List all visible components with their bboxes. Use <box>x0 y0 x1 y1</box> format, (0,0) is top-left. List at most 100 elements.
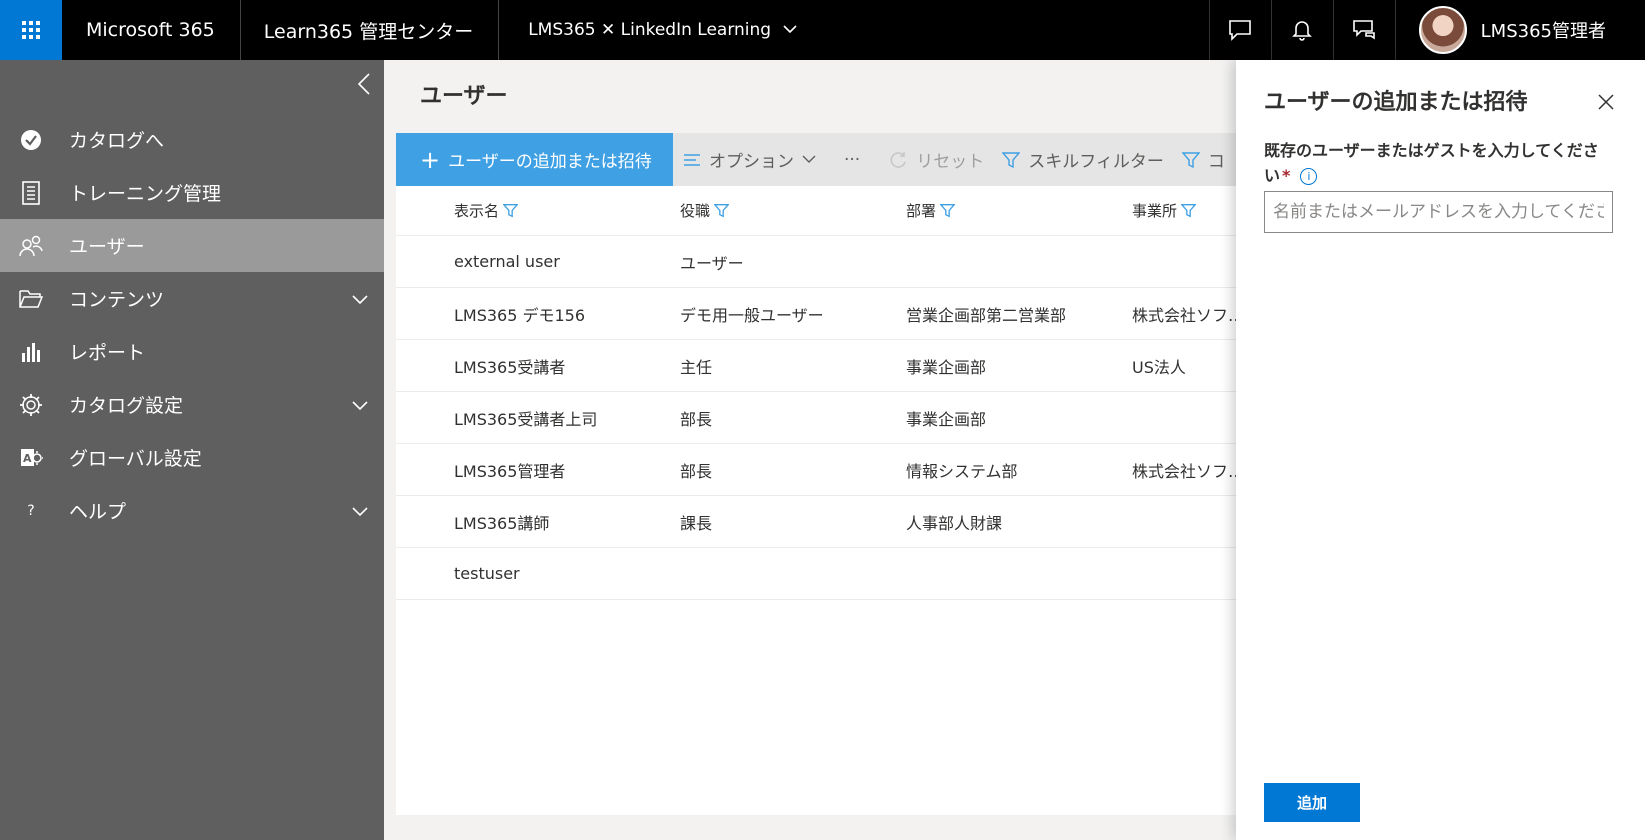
sidebar-item-label: グローバル設定 <box>69 448 202 470</box>
cell-job-title: ユーザー <box>680 253 744 273</box>
training-icon <box>18 180 44 206</box>
feedback-icon[interactable] <box>1332 0 1395 60</box>
filter-icon <box>940 204 956 218</box>
sidebar-item-training[interactable]: トレーニング管理 <box>0 166 384 219</box>
table-row[interactable]: LMS365受講者 主任 事業企画部 US法人 <box>396 340 1236 392</box>
cell-job-title: 部長 <box>680 409 713 429</box>
sidebar-item-global-settings[interactable]: A グローバル設定 <box>0 431 384 484</box>
add-user-panel: ユーザーの追加または招待 既存のユーザーまたはゲストを入力してください*i 追加 <box>1236 60 1645 840</box>
tenant-selector[interactable]: LMS365 ✕ LinkedIn Learning <box>499 0 797 60</box>
table-row[interactable]: testuser <box>396 548 1236 600</box>
chevron-down-icon <box>352 500 368 522</box>
cell-display-name: LMS365受講者 <box>454 357 566 377</box>
filter-icon <box>1181 204 1197 218</box>
close-button[interactable] <box>1594 90 1618 114</box>
app-title[interactable]: Learn365 管理センター <box>241 0 500 60</box>
table-header: 表示名 役職 部署 事業所 <box>396 186 1236 236</box>
cell-department: 事業企画部 <box>906 409 987 429</box>
refresh-icon <box>890 151 906 168</box>
cell-office: 株式会社ソフ… <box>1132 305 1236 325</box>
cell-job-title: 部長 <box>680 461 713 481</box>
top-bar: Microsoft 365 Learn365 管理センター LMS365 ✕ L… <box>0 0 1645 60</box>
users-table: 表示名 役職 部署 事業所 external user ユーザー LMS365 <box>396 186 1236 600</box>
table-row[interactable]: LMS365受講者上司 部長 事業企画部 <box>396 392 1236 444</box>
sidebar-item-label: レポート <box>69 342 146 364</box>
add-button[interactable]: 追加 <box>1264 783 1360 822</box>
chevron-down-icon <box>783 22 797 38</box>
reset-button[interactable]: リセット <box>888 133 984 186</box>
chevron-down-icon <box>352 394 368 416</box>
cell-job-title: デモ用一般ユーザー <box>680 305 824 325</box>
more-button[interactable]: ··· <box>844 133 860 186</box>
user-search-input[interactable] <box>1264 191 1613 233</box>
chevron-down-icon <box>802 155 816 163</box>
filter-icon <box>1181 151 1200 168</box>
gear-icon <box>18 392 44 418</box>
sidebar-item-catalog[interactable]: カタログへ <box>0 113 384 166</box>
chat-icon[interactable] <box>1208 0 1271 60</box>
cell-department: 事業企画部 <box>906 357 987 377</box>
waffle-icon <box>22 21 40 39</box>
users-icon <box>18 233 44 259</box>
next-filter-label: コ <box>1207 152 1225 172</box>
cell-display-name: LMS365管理者 <box>454 461 566 481</box>
column-header-display-name[interactable]: 表示名 <box>396 200 680 221</box>
next-filter-button[interactable]: コ <box>1181 133 1225 186</box>
cell-display-name: LMS365受講者上司 <box>454 409 598 429</box>
collapse-sidebar-button[interactable] <box>352 72 376 96</box>
sidebar-item-label: カタログへ <box>69 130 165 152</box>
sidebar-nav: カタログへ トレーニング管理 ユーザー コンテンツ レポート カタログ設定 A … <box>0 113 384 537</box>
add-user-button[interactable]: + ユーザーの追加または招待 <box>396 133 673 186</box>
brand-name[interactable]: Microsoft 365 <box>62 0 241 60</box>
cell-display-name: testuser <box>454 564 520 583</box>
cell-office: 株式会社ソフ… <box>1132 461 1236 481</box>
sidebar-item-report[interactable]: レポート <box>0 325 384 378</box>
cell-department: 人事部人財課 <box>906 513 1003 533</box>
cell-display-name: LMS365講師 <box>454 513 550 533</box>
skill-filter-button[interactable]: スキルフィルター <box>1002 133 1164 186</box>
filter-icon <box>1002 151 1021 168</box>
skill-filter-label: スキルフィルター <box>1028 152 1164 172</box>
sidebar-item-label: ヘルプ <box>69 501 127 523</box>
plus-icon: + <box>420 145 441 174</box>
table-row[interactable]: external user ユーザー <box>396 236 1236 288</box>
top-icons: LMS365管理者 <box>1208 0 1645 60</box>
cell-display-name: external user <box>454 252 560 271</box>
close-icon <box>1598 94 1614 110</box>
cell-display-name: LMS365 デモ156 <box>454 305 586 325</box>
filter-icon <box>503 204 519 218</box>
cell-department: 営業企画部第二営業部 <box>906 305 1067 325</box>
sidebar-item-label: カタログ設定 <box>69 395 184 417</box>
column-header-department[interactable]: 部署 <box>906 200 1132 221</box>
table-row[interactable]: LMS365講師 課長 人事部人財課 <box>396 496 1236 548</box>
catalog-check-icon <box>18 127 44 153</box>
sidebar-item-catalog-settings[interactable]: カタログ設定 <box>0 378 384 431</box>
column-header-office[interactable]: 事業所 <box>1132 200 1236 221</box>
help-icon: ? <box>27 502 35 519</box>
command-bar: + ユーザーの追加または招待 オプション ··· リセット スキルフィルター コ <box>396 133 1236 186</box>
chevron-down-icon <box>352 288 368 310</box>
required-mark: * <box>1282 166 1291 185</box>
table-row[interactable]: LMS365管理者 部長 情報システム部 株式会社ソフ… <box>396 444 1236 496</box>
filter-icon <box>714 204 730 218</box>
options-label: オプション <box>709 152 794 172</box>
account-menu[interactable]: LMS365管理者 <box>1394 0 1645 60</box>
field-label: 既存のユーザーまたはゲストを入力してください * i <box>1264 138 1604 188</box>
list-icon <box>684 153 700 166</box>
sidebar: カタログへ トレーニング管理 ユーザー コンテンツ レポート カタログ設定 A … <box>0 60 384 840</box>
info-icon[interactable]: i <box>1300 168 1318 185</box>
cell-office: US法人 <box>1132 357 1186 377</box>
add-user-label: ユーザーの追加または招待 <box>448 152 652 172</box>
sidebar-item-content[interactable]: コンテンツ <box>0 272 384 325</box>
sidebar-item-users[interactable]: ユーザー <box>0 219 384 272</box>
options-menu[interactable]: オプション <box>683 133 816 186</box>
global-settings-icon: A <box>18 445 44 471</box>
sidebar-item-help[interactable]: ? ヘルプ <box>0 484 384 537</box>
app-launcher-button[interactable] <box>0 0 62 60</box>
reset-label: リセット <box>916 152 985 172</box>
panel-title: ユーザーの追加または招待 <box>1264 90 1528 115</box>
column-header-job-title[interactable]: 役職 <box>680 200 906 221</box>
cell-job-title: 主任 <box>680 357 713 377</box>
table-row[interactable]: LMS365 デモ156 デモ用一般ユーザー 営業企画部第二営業部 株式会社ソフ… <box>396 288 1236 340</box>
bell-icon[interactable] <box>1270 0 1333 60</box>
